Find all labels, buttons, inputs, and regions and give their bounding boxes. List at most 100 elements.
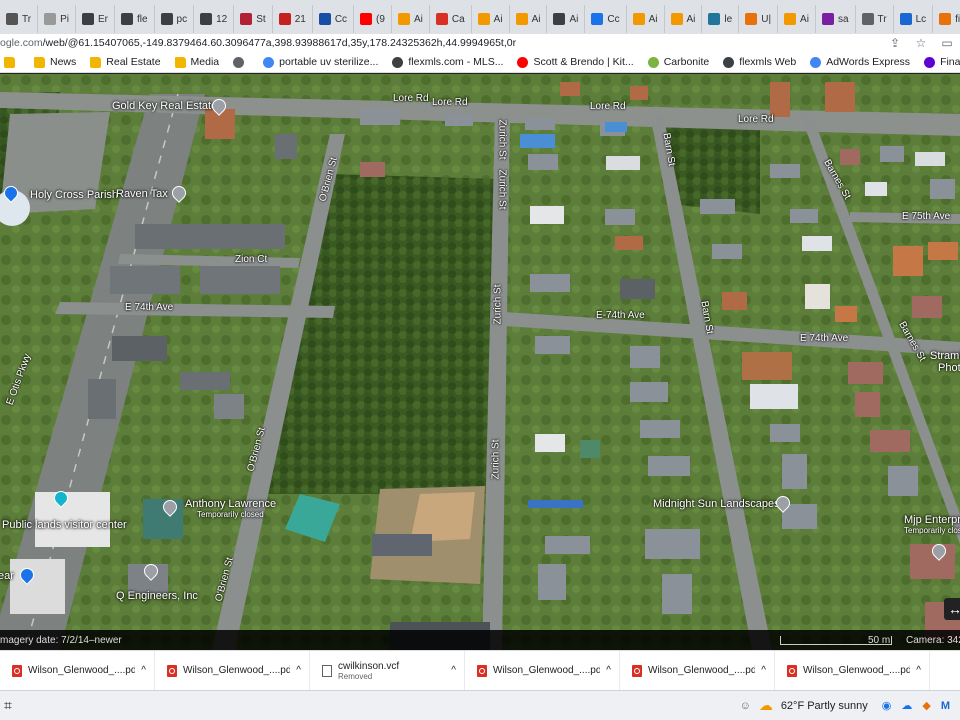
browser-tab[interactable]: Ca bbox=[430, 5, 472, 33]
browser-tab[interactable]: Ai bbox=[472, 5, 510, 33]
browser-tab[interactable]: Er bbox=[76, 5, 115, 33]
browser-tab[interactable]: Ai bbox=[665, 5, 703, 33]
bookmark-item[interactable]: Carbonite bbox=[647, 56, 709, 68]
tab-title: Tr bbox=[877, 13, 887, 25]
blue-app-icon[interactable]: ◉ bbox=[882, 699, 892, 712]
bookmark-item[interactable]: portable uv sterilize... bbox=[263, 56, 378, 68]
share-icon[interactable]: ⇪ bbox=[882, 36, 908, 50]
road-label-zurich-st: Zurich St bbox=[492, 284, 504, 325]
place-status: Temporarily closed bbox=[197, 510, 264, 519]
road-label-e-74th-ave: E 74th Ave bbox=[125, 302, 174, 313]
road-label-zion-ct: Zion Ct bbox=[235, 254, 268, 265]
browser-tab[interactable]: St bbox=[234, 5, 273, 33]
place-q-engineers[interactable]: Q Engineers, Inc bbox=[116, 590, 198, 602]
browser-tab[interactable]: Ai bbox=[627, 5, 665, 33]
browser-tab[interactable]: Cc bbox=[313, 5, 355, 33]
browser-tab[interactable]: Ai bbox=[778, 5, 816, 33]
tab-favicon-icon bbox=[939, 13, 952, 25]
bookmark-item[interactable]: Finance_Yahoo Sto... bbox=[924, 56, 960, 68]
chevron-up-icon[interactable]: ^ bbox=[761, 665, 766, 676]
browser-tab[interactable]: Tr bbox=[856, 5, 894, 33]
place-name: Anthony Lawrence bbox=[185, 498, 277, 510]
tab-title: Ca bbox=[451, 13, 465, 25]
browser-tab[interactable]: Lc bbox=[894, 5, 934, 33]
place-gold-key-real-estate[interactable]: Gold Key Real Estate bbox=[112, 100, 217, 112]
place-holy-cross-parish[interactable]: Holy Cross Parish bbox=[30, 189, 118, 201]
reading-list-icon[interactable]: ▭ bbox=[934, 36, 960, 50]
navigation-control-icon[interactable]: ↔ bbox=[944, 598, 960, 620]
url-field[interactable]: ogle.com/web/@61.15407065,-149.8379464.6… bbox=[0, 37, 882, 49]
earth-map-view[interactable]: Lore Rd Lore Rd Lore Rd Lore Rd O'Brien … bbox=[0, 74, 960, 650]
bookmark-item[interactable] bbox=[233, 56, 249, 68]
bookmark-item[interactable]: flexmls.com - MLS... bbox=[392, 56, 503, 68]
bookmark-item[interactable]: flexmls Web bbox=[723, 56, 796, 68]
weather-text[interactable]: 62°F Partly sunny bbox=[781, 700, 868, 712]
browser-tab[interactable]: 12 bbox=[194, 5, 235, 33]
download-item[interactable]: Wilson_Glenwood_....pdf ^ bbox=[155, 650, 310, 691]
browser-tab[interactable]: U| bbox=[739, 5, 779, 33]
tab-favicon-icon bbox=[6, 13, 18, 25]
browser-tab[interactable]: pc bbox=[155, 5, 195, 33]
browser-tab[interactable]: fle bbox=[115, 5, 155, 33]
person-icon[interactable]: ☺ bbox=[740, 700, 751, 712]
google-icon bbox=[263, 56, 275, 68]
browser-tab[interactable]: fir bbox=[933, 5, 960, 33]
folder-icon bbox=[4, 56, 15, 68]
tray-app-icon[interactable]: ◆ bbox=[922, 699, 930, 712]
bookmark-star-icon[interactable]: ☆ bbox=[908, 36, 934, 50]
browser-tab[interactable]: (9 bbox=[354, 5, 392, 33]
download-name-text: Wilson_Glenwood_....pdf bbox=[183, 665, 291, 676]
road-label-zurich-st: Zurich St bbox=[496, 119, 508, 160]
tab-favicon-icon bbox=[708, 13, 721, 25]
downloads-bar: Wilson_Glenwood_....pdf ^ Wilson_Glenwood_… bbox=[0, 650, 960, 691]
place-raven-tax[interactable]: Raven Tax bbox=[116, 188, 168, 200]
browser-tab[interactable]: 21 bbox=[273, 5, 313, 33]
place-mjp-enterprises[interactable]: Mjp EnterprisTemporarily close bbox=[904, 514, 960, 535]
bookmark-item[interactable]: Scott & Brendo | Kit... bbox=[517, 56, 634, 68]
google-icon bbox=[810, 56, 822, 68]
download-name-text: Wilson_Glenwood_....pdf bbox=[648, 665, 756, 676]
download-item[interactable]: Wilson_Glenwood_....pdf ^ bbox=[0, 650, 155, 691]
bookmark-item[interactable]: AdWords Express bbox=[810, 56, 910, 68]
chevron-up-icon[interactable]: ^ bbox=[916, 665, 921, 676]
malwarebytes-icon[interactable]: M bbox=[941, 700, 950, 712]
browser-tab[interactable]: Ai bbox=[392, 5, 430, 33]
download-item[interactable]: Wilson_Glenwood_....pdf ^ bbox=[620, 650, 775, 691]
download-item[interactable]: Wilson_Glenwood_....pdf ^ bbox=[775, 650, 930, 691]
browser-tab[interactable]: Tr bbox=[0, 5, 39, 33]
browser-tab[interactable]: Ai bbox=[510, 5, 548, 33]
download-name-text: Wilson_Glenwood_....pdf bbox=[493, 665, 601, 676]
road-label-lore-rd: Lore Rd bbox=[432, 97, 468, 108]
pdf-file-icon bbox=[167, 664, 177, 677]
browser-tab[interactable]: le bbox=[702, 5, 740, 33]
tab-title: Cc bbox=[607, 13, 620, 25]
tab-favicon-icon bbox=[745, 13, 758, 25]
place-public-lands-visitor-center[interactable]: Public lands visitor center bbox=[2, 519, 127, 531]
chevron-up-icon[interactable]: ^ bbox=[296, 665, 301, 676]
browser-tab[interactable]: Pi bbox=[38, 5, 76, 33]
pdf-file-icon bbox=[12, 664, 22, 677]
onedrive-icon[interactable]: ☁ bbox=[901, 699, 912, 712]
bookmark-item[interactable]: Real Estate bbox=[90, 56, 161, 68]
chevron-up-icon[interactable]: ^ bbox=[606, 665, 611, 676]
download-item[interactable]: cwilkinson.vcf Removed ^ bbox=[310, 650, 465, 691]
browser-tab[interactable]: sa bbox=[816, 5, 856, 33]
bookmark-item[interactable]: News bbox=[34, 56, 76, 68]
place-left-edge-label[interactable]: ear bbox=[0, 570, 14, 582]
download-item[interactable]: Wilson_Glenwood_....pdf ^ bbox=[465, 650, 620, 691]
road-label-zurich-st: Zurich St bbox=[490, 439, 502, 480]
chevron-up-icon[interactable]: ^ bbox=[141, 665, 146, 676]
road-label-e-75th-ave: E 75th Ave bbox=[902, 211, 951, 222]
place-midnight-sun-landscapes[interactable]: Midnight Sun Landscapes bbox=[653, 498, 780, 510]
place-name: Mjp Enterpris bbox=[904, 514, 960, 526]
road-label-lore-rd: Lore Rd bbox=[590, 101, 626, 112]
chevron-up-icon[interactable]: ^ bbox=[451, 665, 456, 676]
bookmark-item[interactable]: Media bbox=[174, 56, 219, 68]
windows-icon[interactable]: ⌗ bbox=[4, 697, 12, 714]
bookmark-item[interactable] bbox=[4, 56, 20, 68]
browser-tab[interactable]: Ai bbox=[547, 5, 586, 33]
place-strami-photo[interactable]: StramiPhoto bbox=[930, 350, 960, 374]
browser-tab[interactable]: Cc bbox=[585, 5, 627, 33]
place-anthony-lawrence[interactable]: Anthony Lawrence Temporarily closed bbox=[185, 498, 276, 519]
address-bar[interactable]: ogle.com/web/@61.15407065,-149.8379464.6… bbox=[0, 34, 960, 52]
